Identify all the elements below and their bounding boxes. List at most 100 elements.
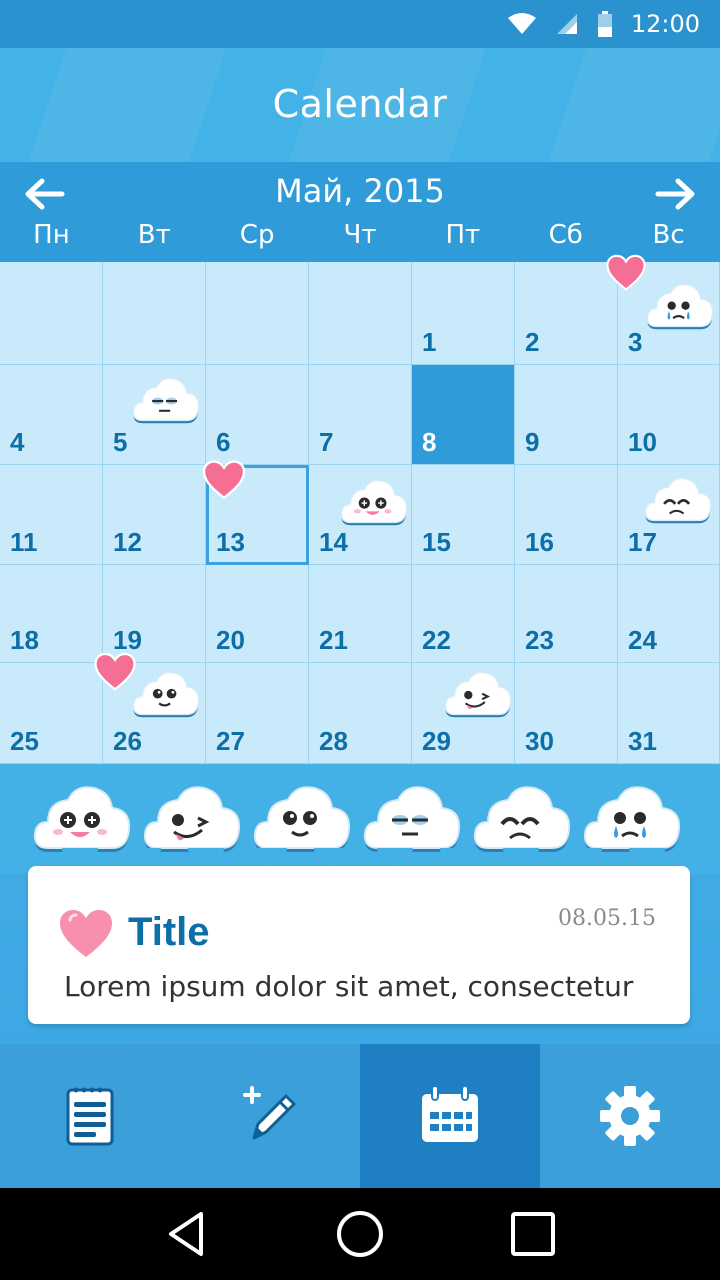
day-number: 26 [113, 726, 142, 756]
day-number: 24 [628, 625, 657, 655]
heart-icon [202, 460, 246, 500]
day-number: 8 [422, 427, 437, 457]
day-number: 7 [319, 427, 334, 457]
note-card[interactable]: Title 08.05.15 Lorem ipsum dolor sit ame… [28, 848, 690, 1024]
laughing-cloud-icon [340, 479, 408, 526]
day-number: 2 [525, 327, 540, 357]
day-cell[interactable]: 1 [412, 262, 515, 365]
crying-cloud-icon [646, 283, 714, 330]
day-cell[interactable]: 21 [309, 565, 412, 663]
day-number: 30 [525, 726, 554, 756]
day-number: 20 [216, 625, 245, 655]
weekday-label: Ср [239, 220, 275, 250]
day-number: 11 [10, 527, 38, 557]
day-cell[interactable]: 11 [0, 465, 103, 565]
tab-add-note[interactable] [180, 1044, 360, 1188]
neutral-cloud-icon [132, 377, 200, 424]
wifi-icon [507, 13, 536, 34]
laughing-cloud-icon [33, 786, 131, 852]
weekday-label: Сб [548, 220, 583, 250]
day-cell[interactable]: 28 [309, 663, 412, 764]
neutral-cloud-icon [363, 786, 461, 852]
arrow-right-icon[interactable] [654, 174, 698, 214]
mood-option[interactable] [360, 778, 464, 856]
day-number: 22 [422, 625, 451, 655]
mood-option[interactable] [250, 778, 354, 856]
calendar-grid: 1 2 3 4 5 6 7 8 9 10 11 12 13 14 15 16 17 18 19 20 21 22 23 24 2… [0, 254, 720, 764]
day-number: 15 [422, 527, 451, 557]
day-number: 21 [319, 625, 348, 655]
day-number: 27 [216, 726, 245, 756]
day-cell[interactable]: 30 [515, 663, 618, 764]
day-cell[interactable]: 2 [515, 262, 618, 365]
day-number: 23 [525, 625, 554, 655]
tab-notes[interactable] [0, 1044, 180, 1188]
page-title: Calendar [272, 82, 448, 126]
note-date: 08.05.15 [558, 906, 656, 931]
weekday-label: Пн [33, 220, 70, 250]
day-number: 25 [10, 726, 39, 756]
day-cell[interactable]: 16 [515, 465, 618, 565]
home-icon[interactable] [334, 1208, 386, 1260]
day-cell[interactable]: 15 [412, 465, 515, 565]
day-number: 12 [113, 527, 142, 557]
day-number: 17 [628, 527, 657, 557]
day-cell[interactable]: 25 [0, 663, 103, 764]
day-cell[interactable]: 22 [412, 565, 515, 663]
day-cell[interactable]: 8 [412, 365, 515, 465]
smiling-cloud-icon [132, 671, 200, 718]
day-number: 28 [319, 726, 348, 756]
day-cell[interactable]: 4 [0, 365, 103, 465]
day-cell[interactable]: 9 [515, 365, 618, 465]
month-navigation: Май, 2015 Пн Вт Ср Чт Пт Сб Вс [0, 162, 720, 262]
app-header: Calendar [0, 48, 720, 162]
day-cell[interactable]: 27 [206, 663, 309, 764]
day-cell[interactable]: 19 [103, 565, 206, 663]
tab-calendar[interactable] [360, 1044, 540, 1188]
sad-cloud-icon [644, 477, 712, 524]
sad-cloud-icon [473, 786, 571, 852]
system-nav-bar [0, 1188, 720, 1280]
heart-icon [606, 254, 646, 291]
notes-icon [66, 1087, 114, 1146]
smiling-cloud-icon [253, 786, 351, 852]
back-icon[interactable] [161, 1208, 213, 1260]
day-cell[interactable]: 18 [0, 565, 103, 663]
day-cell[interactable]: 20 [206, 565, 309, 663]
day-number: 6 [216, 427, 231, 457]
signal-icon [556, 14, 577, 34]
mood-option[interactable] [140, 778, 244, 856]
day-cell[interactable]: 7 [309, 365, 412, 465]
empty-day-cell [103, 262, 206, 365]
day-number: 5 [113, 427, 128, 457]
empty-day-cell [309, 262, 412, 365]
day-cell[interactable]: 6 [206, 365, 309, 465]
tab-settings[interactable] [540, 1044, 720, 1188]
day-cell[interactable]: 31 [618, 663, 720, 764]
mood-option[interactable] [580, 778, 684, 856]
day-cell[interactable]: 12 [103, 465, 206, 565]
day-number: 9 [525, 427, 540, 457]
day-number: 1 [422, 327, 437, 357]
day-number: 3 [628, 327, 643, 357]
day-number: 18 [10, 625, 39, 655]
day-number: 31 [628, 726, 657, 756]
day-number: 4 [10, 427, 25, 457]
day-cell[interactable]: 24 [618, 565, 720, 663]
mood-option[interactable] [470, 778, 574, 856]
winking-cloud-icon [143, 786, 241, 852]
calendar-icon [422, 1085, 478, 1142]
empty-day-cell [206, 262, 309, 365]
status-time: 12:00 [630, 10, 700, 38]
day-number: 16 [525, 527, 554, 557]
mood-option[interactable] [30, 778, 134, 856]
crying-cloud-icon [583, 786, 681, 852]
recents-icon[interactable] [507, 1208, 559, 1260]
note-body: Lorem ipsum dolor sit amet, consectetur [64, 970, 634, 1003]
weekday-label: Чт [343, 220, 377, 250]
day-cell[interactable]: 10 [618, 365, 720, 465]
note-title: Title [128, 910, 210, 954]
bottom-tab-bar [0, 1044, 720, 1188]
day-cell[interactable]: 23 [515, 565, 618, 663]
settings-icon [600, 1086, 660, 1146]
